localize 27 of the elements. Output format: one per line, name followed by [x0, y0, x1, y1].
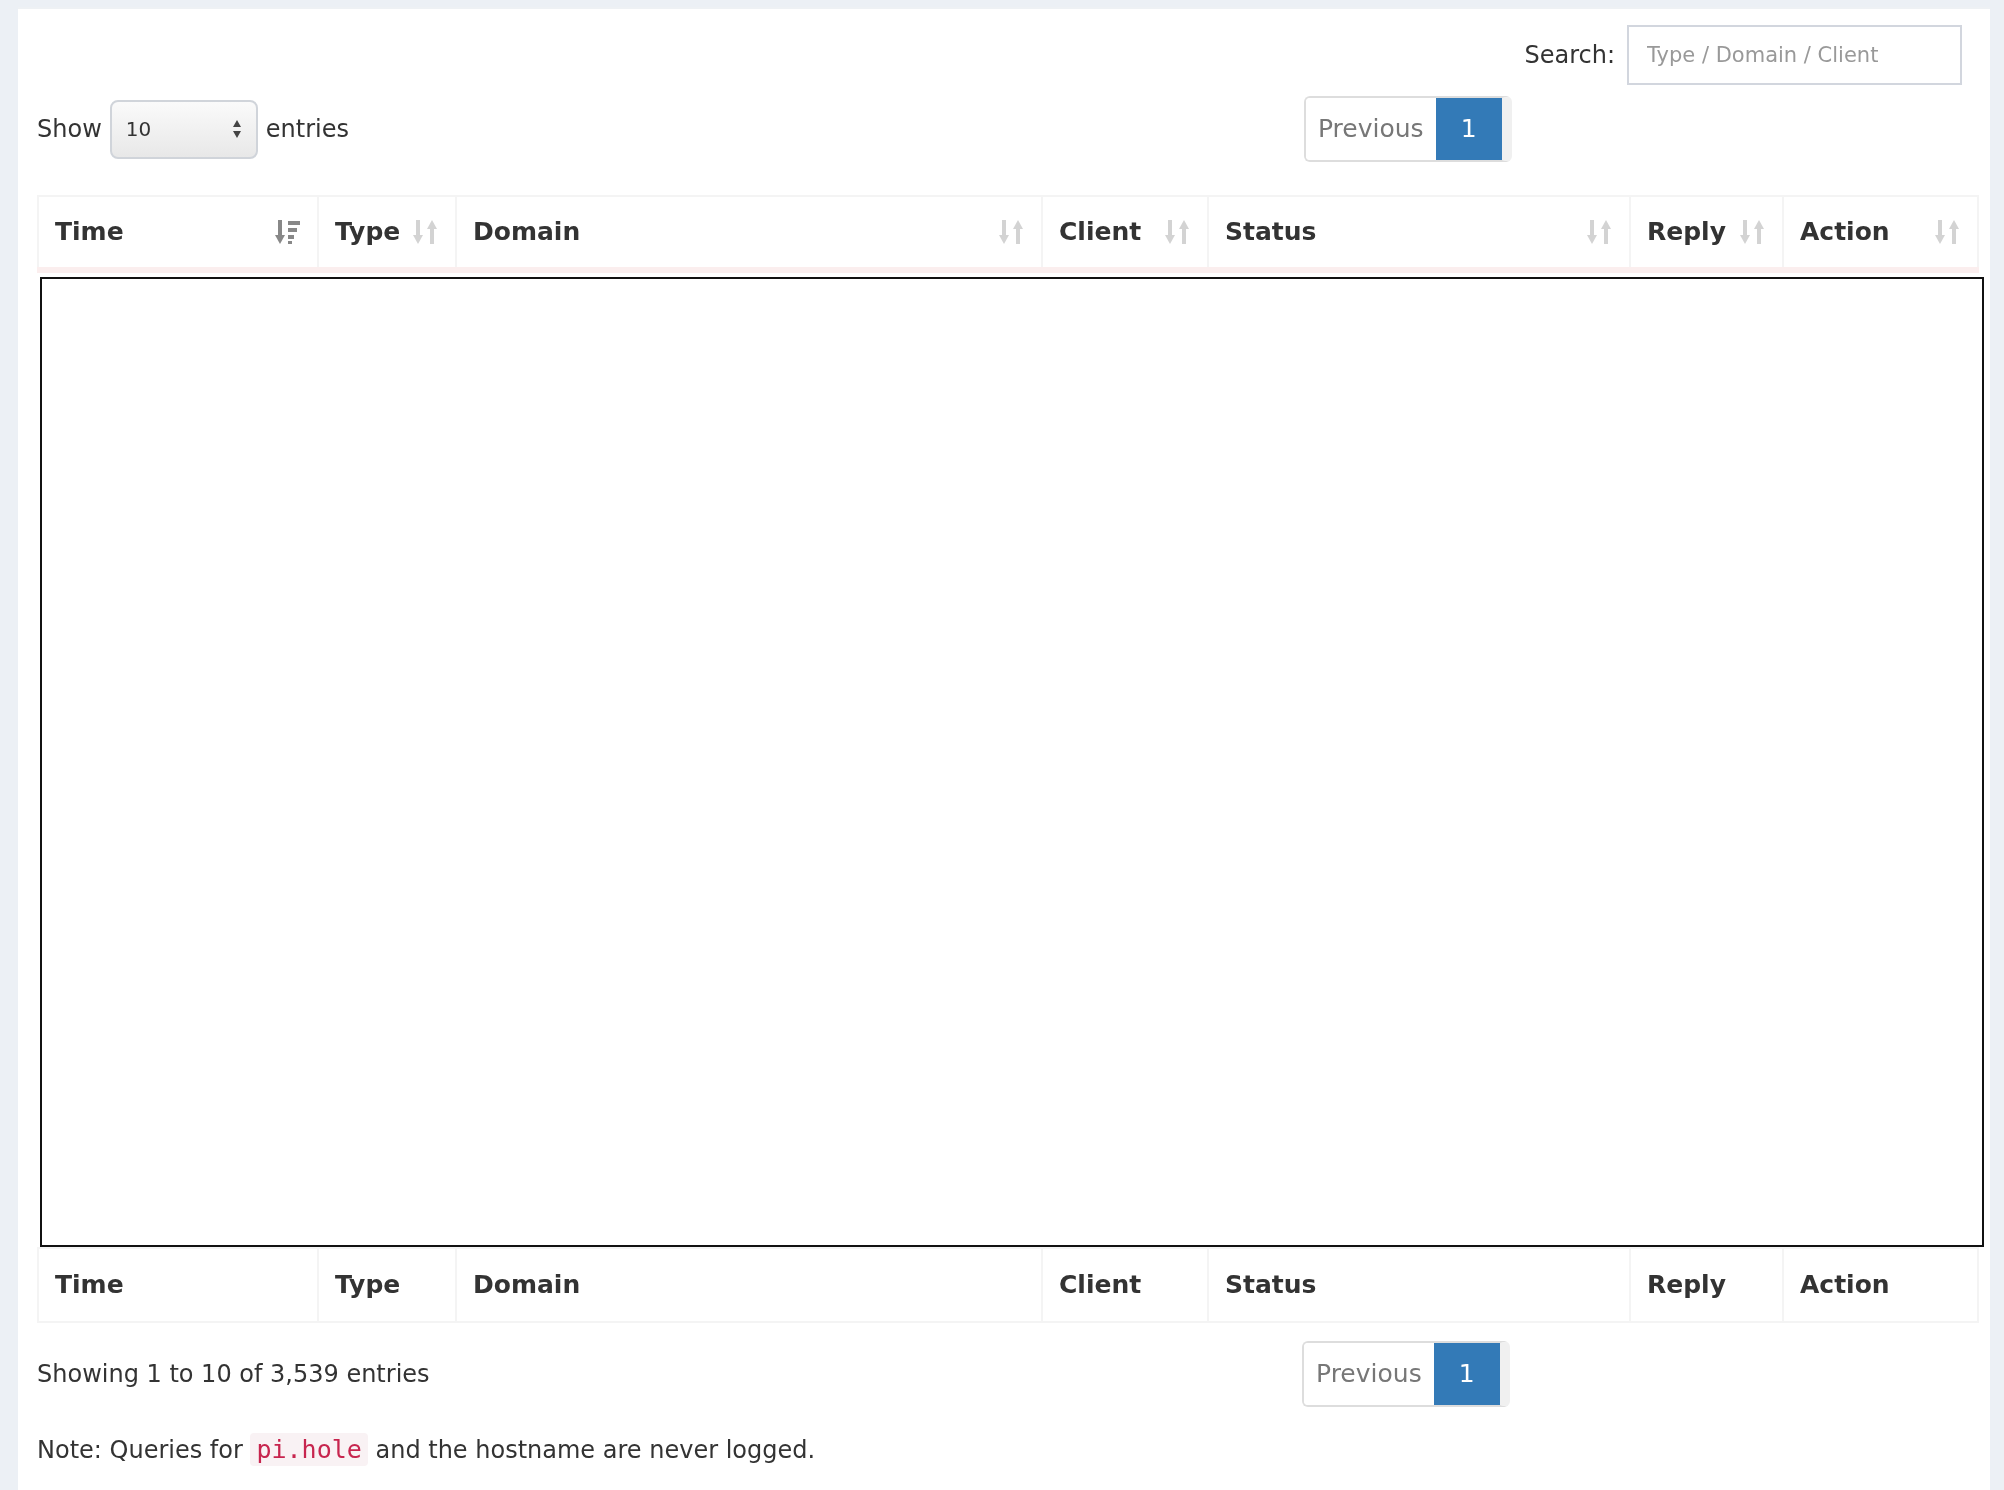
column-header[interactable]: Status	[1225, 213, 1317, 251]
page-button[interactable]: 1	[1433, 1343, 1500, 1405]
column-footer: Reply	[1647, 1270, 1726, 1300]
sort-arrows-icon[interactable]	[1740, 218, 1766, 246]
sort-descending-icon[interactable]	[275, 218, 301, 246]
updown-caret-icon	[231, 119, 242, 139]
column-footer: Type	[335, 1270, 401, 1300]
sort-arrows-icon[interactable]	[1587, 218, 1613, 246]
column-footer: Status	[1225, 1270, 1317, 1300]
sort-arrows-icon[interactable]	[999, 218, 1025, 246]
show-label: Show	[37, 114, 102, 145]
sort-arrows-icon[interactable]	[1165, 218, 1191, 246]
column-footer: Domain	[473, 1270, 581, 1300]
column-header[interactable]: Domain	[473, 213, 581, 251]
sort-arrows-icon[interactable]	[1935, 218, 1961, 246]
page-button[interactable]: 1	[1435, 98, 1502, 160]
sort-arrows-icon[interactable]	[413, 218, 439, 246]
column-header[interactable]: Time	[55, 213, 124, 251]
entries-label: entries	[265, 114, 349, 145]
search-field[interactable]: Type / Domain / Client	[1627, 25, 1962, 85]
search-label: Search:	[1524, 40, 1615, 71]
entries-info: Showing 1 to 10 of 3,539 entries	[37, 1359, 431, 1390]
entries-select[interactable]: 10	[109, 99, 258, 159]
note-text: Note: Queries for pi.hole and the hostname are never logged.	[37, 1436, 816, 1464]
column-footer: Time	[55, 1270, 124, 1300]
column-footer: Client	[1059, 1270, 1142, 1300]
column-footer: Action	[1800, 1270, 1890, 1300]
